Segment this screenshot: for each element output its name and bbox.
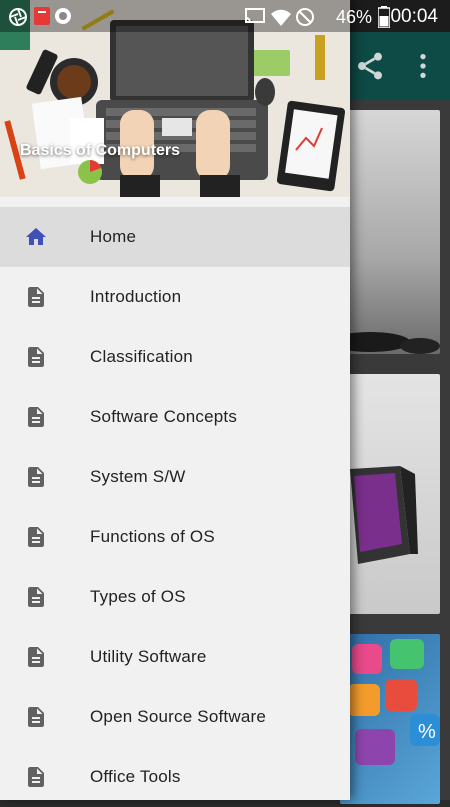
menu-item-label: Software Concepts — [90, 407, 238, 426]
drawer-menu: Home Introduction Classification Softwar… — [0, 207, 350, 807]
menu-item-office-tools[interactable]: Office Tools — [0, 747, 350, 807]
more-options-icon[interactable] — [407, 50, 439, 82]
wifi-icon — [270, 7, 292, 32]
menu-item-system-sw[interactable]: System S/W — [0, 447, 350, 507]
document-icon — [24, 465, 48, 489]
menu-item-label: Home — [90, 227, 137, 246]
app-title: Basics of Computers — [20, 142, 181, 159]
battery-percent: 46% — [335, 7, 372, 27]
menu-item-label: Classification — [90, 347, 193, 366]
menu-item-introduction[interactable]: Introduction — [0, 267, 350, 327]
menu-item-open-source-software[interactable]: Open Source Software — [0, 687, 350, 747]
document-icon — [24, 765, 48, 789]
menu-item-utility-software[interactable]: Utility Software — [0, 627, 350, 687]
document-icon — [24, 405, 48, 429]
content-card-image[interactable] — [340, 374, 440, 614]
document-icon — [24, 525, 48, 549]
menu-item-label: Office Tools — [90, 767, 181, 786]
svg-text:%: % — [418, 721, 436, 743]
menu-item-functions-of-os[interactable]: Functions of OS — [0, 507, 350, 567]
document-icon — [24, 585, 48, 609]
cast-icon — [244, 7, 266, 30]
menu-item-classification[interactable]: Classification — [0, 327, 350, 387]
menu-item-label: Functions of OS — [90, 527, 215, 546]
clock: 00:04 — [390, 6, 438, 27]
home-icon — [24, 225, 48, 249]
menu-item-home[interactable]: Home — [0, 207, 350, 267]
status-bar: 46% 00:04 — [0, 0, 450, 32]
document-icon — [24, 645, 48, 669]
document-icon — [24, 345, 48, 369]
menu-item-software-concepts[interactable]: Software Concepts — [0, 387, 350, 447]
notification-chat-icon — [54, 7, 72, 30]
navigation-drawer: Basics of Computers Home Introduction Cl… — [0, 0, 350, 800]
menu-item-label: Types of OS — [90, 587, 186, 606]
menu-item-label: Utility Software — [90, 647, 207, 666]
battery-icon — [377, 6, 391, 33]
document-icon — [24, 705, 48, 729]
share-icon[interactable] — [354, 50, 386, 82]
menu-item-types-of-os[interactable]: Types of OS — [0, 567, 350, 627]
menu-item-label: System S/W — [90, 467, 186, 486]
content-card-image[interactable]: % — [340, 634, 440, 804]
menu-item-label: Introduction — [90, 287, 182, 306]
menu-item-label: Open Source Software — [90, 707, 266, 726]
document-icon — [24, 285, 48, 309]
content-card-image[interactable] — [340, 110, 440, 354]
notification-app-icon — [34, 7, 50, 30]
aperture-icon — [8, 7, 28, 32]
do-not-disturb-icon — [295, 7, 315, 32]
